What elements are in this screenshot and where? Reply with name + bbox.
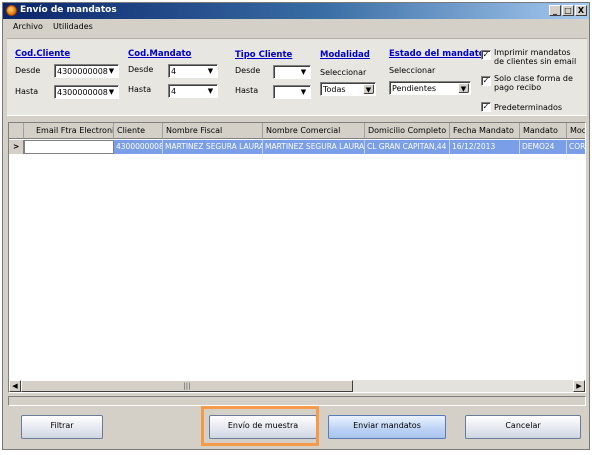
- estado-select[interactable]: Pendientes ▼: [389, 81, 471, 95]
- app-icon: [6, 5, 17, 16]
- scroll-left-icon[interactable]: ◀: [9, 380, 21, 392]
- modalidad-select[interactable]: Todas ▼: [320, 82, 376, 96]
- column-header[interactable]: Nombre Comercial: [263, 123, 365, 139]
- cod-mandato-desde-combo[interactable]: 4 ▼: [168, 64, 218, 78]
- imprimir-sin-email-checkbox[interactable]: ✓: [481, 50, 491, 60]
- modalidad-select-label: Seleccionar: [320, 68, 367, 77]
- cod-mandato-title[interactable]: Cod.Mandato: [128, 49, 191, 59]
- close-button[interactable]: X: [575, 5, 587, 16]
- tipo-cliente-hasta-combo[interactable]: ▼: [273, 85, 311, 99]
- row-indicator-header: [9, 123, 24, 139]
- title-bar: Envío de mandatos _ □ X: [3, 3, 589, 19]
- chevron-down-icon[interactable]: ▼: [106, 66, 117, 76]
- enviar-mandatos-button[interactable]: Enviar mandatos: [328, 415, 446, 439]
- solo-recibo-label: Solo clase forma de pago recibo: [494, 74, 573, 92]
- horizontal-scrollbar[interactable]: ◀ ||| ▶: [9, 380, 585, 392]
- table-cell[interactable]: MARTINEZ SEGURA LAURA: [163, 140, 263, 154]
- maximize-button[interactable]: □: [562, 5, 574, 16]
- cod-mandato-desde-label: Desde: [128, 65, 154, 74]
- table-cell[interactable]: CL GRAN CAPITAN,44: [365, 140, 450, 154]
- solo-recibo-checkbox[interactable]: ✓: [481, 76, 491, 86]
- cod-mandato-hasta-label: Hasta: [128, 85, 152, 94]
- tipo-cliente-desde-label: Desde: [235, 66, 261, 75]
- chevron-down-icon[interactable]: ▼: [298, 67, 309, 77]
- tipo-cliente-title[interactable]: Tipo Cliente: [235, 50, 292, 60]
- table-cell[interactable]: 4300000008: [114, 140, 163, 154]
- modalidad-title[interactable]: Modalidad: [320, 50, 370, 60]
- cod-cliente-hasta-combo[interactable]: 4300000008 ▼: [54, 85, 119, 99]
- table-row[interactable]: > 4300000008 MARTINEZ SEGURA LAURA MARTI…: [9, 140, 585, 154]
- menu-archivo[interactable]: Archivo: [13, 22, 43, 31]
- table-cell[interactable]: COR: [567, 140, 585, 154]
- cod-cliente-desde-label: Desde: [15, 66, 41, 75]
- menu-utilidades[interactable]: Utilidades: [53, 22, 93, 31]
- filtrar-button[interactable]: Filtrar: [21, 415, 103, 439]
- predeterminados-checkbox[interactable]: ✓: [481, 102, 491, 112]
- column-header[interactable]: Mandato: [520, 123, 567, 139]
- chevron-down-icon[interactable]: ▼: [205, 66, 216, 76]
- table-cell[interactable]: 16/12/2013: [450, 140, 520, 154]
- mandatos-grid[interactable]: Email Ftra Electronica Cliente Nombre Fi…: [8, 122, 586, 393]
- cancelar-button[interactable]: Cancelar: [465, 415, 581, 439]
- menu-bar: Archivo Utilidades: [3, 20, 589, 34]
- column-header[interactable]: Domicilio Completo: [365, 123, 450, 139]
- window-title: Envío de mandatos: [20, 5, 117, 15]
- table-cell[interactable]: DEMO24: [520, 140, 567, 154]
- chevron-down-icon[interactable]: ▼: [363, 84, 374, 94]
- column-header[interactable]: Moda: [567, 123, 585, 139]
- imprimir-sin-email-label: Imprimir mandatos de clientes sin email: [494, 48, 577, 66]
- tipo-cliente-hasta-label: Hasta: [235, 86, 259, 95]
- chevron-down-icon[interactable]: ▼: [298, 87, 309, 97]
- column-header[interactable]: Email Ftra Electronica: [24, 123, 114, 139]
- estado-title[interactable]: Estado del mandato: [389, 49, 485, 59]
- main-window: Envío de mandatos _ □ X Archivo Utilidad…: [2, 2, 590, 450]
- filter-panel: Cod.Cliente Desde 4300000008 ▼ Hasta 430…: [7, 38, 587, 116]
- grid-header: Email Ftra Electronica Cliente Nombre Fi…: [9, 123, 585, 139]
- column-header[interactable]: Cliente: [114, 123, 163, 139]
- scroll-right-icon[interactable]: ▶: [573, 380, 585, 392]
- cod-cliente-hasta-label: Hasta: [15, 87, 39, 96]
- estado-select-label: Seleccionar: [389, 66, 436, 75]
- table-cell[interactable]: [24, 140, 114, 154]
- cod-cliente-title[interactable]: Cod.Cliente: [15, 49, 70, 59]
- chevron-down-icon[interactable]: ▼: [106, 87, 117, 97]
- predeterminados-label: Predeterminados: [494, 103, 563, 112]
- chevron-down-icon[interactable]: ▼: [458, 83, 469, 93]
- cod-cliente-desde-combo[interactable]: 4300000008 ▼: [54, 64, 119, 78]
- highlight-box: [201, 406, 319, 446]
- tipo-cliente-desde-combo[interactable]: ▼: [273, 65, 311, 79]
- status-bar: [8, 396, 586, 406]
- scroll-thumb[interactable]: |||: [21, 380, 353, 392]
- column-header[interactable]: Fecha Mandato: [450, 123, 520, 139]
- cod-mandato-hasta-combo[interactable]: 4 ▼: [168, 84, 218, 98]
- row-indicator: >: [9, 140, 24, 154]
- table-cell[interactable]: MARTINEZ SEGURA LAURA: [263, 140, 365, 154]
- minimize-button[interactable]: _: [549, 5, 561, 16]
- column-header[interactable]: Nombre Fiscal: [163, 123, 263, 139]
- chevron-down-icon[interactable]: ▼: [205, 86, 216, 96]
